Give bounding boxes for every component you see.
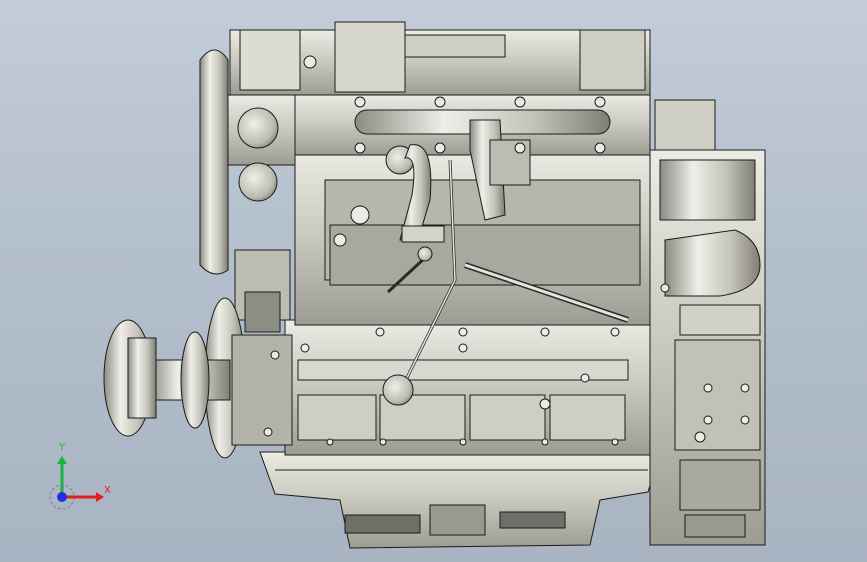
- engine-model[interactable]: [0, 0, 867, 562]
- oil-pan: [259, 451, 661, 549]
- valve-cover: [229, 21, 651, 96]
- flywheel-housing: [649, 99, 766, 546]
- damper-hub: [103, 319, 157, 437]
- engine-block: [284, 319, 661, 456]
- x-axis-label: X: [104, 485, 111, 496]
- graphics-viewport[interactable]: X Y: [0, 0, 867, 562]
- z-axis-dot: [57, 492, 67, 502]
- cylinder-head: [294, 149, 651, 326]
- coordinate-triad: X Y: [44, 440, 124, 510]
- dipstick-boss: [382, 374, 414, 406]
- y-axis-label: Y: [59, 442, 66, 453]
